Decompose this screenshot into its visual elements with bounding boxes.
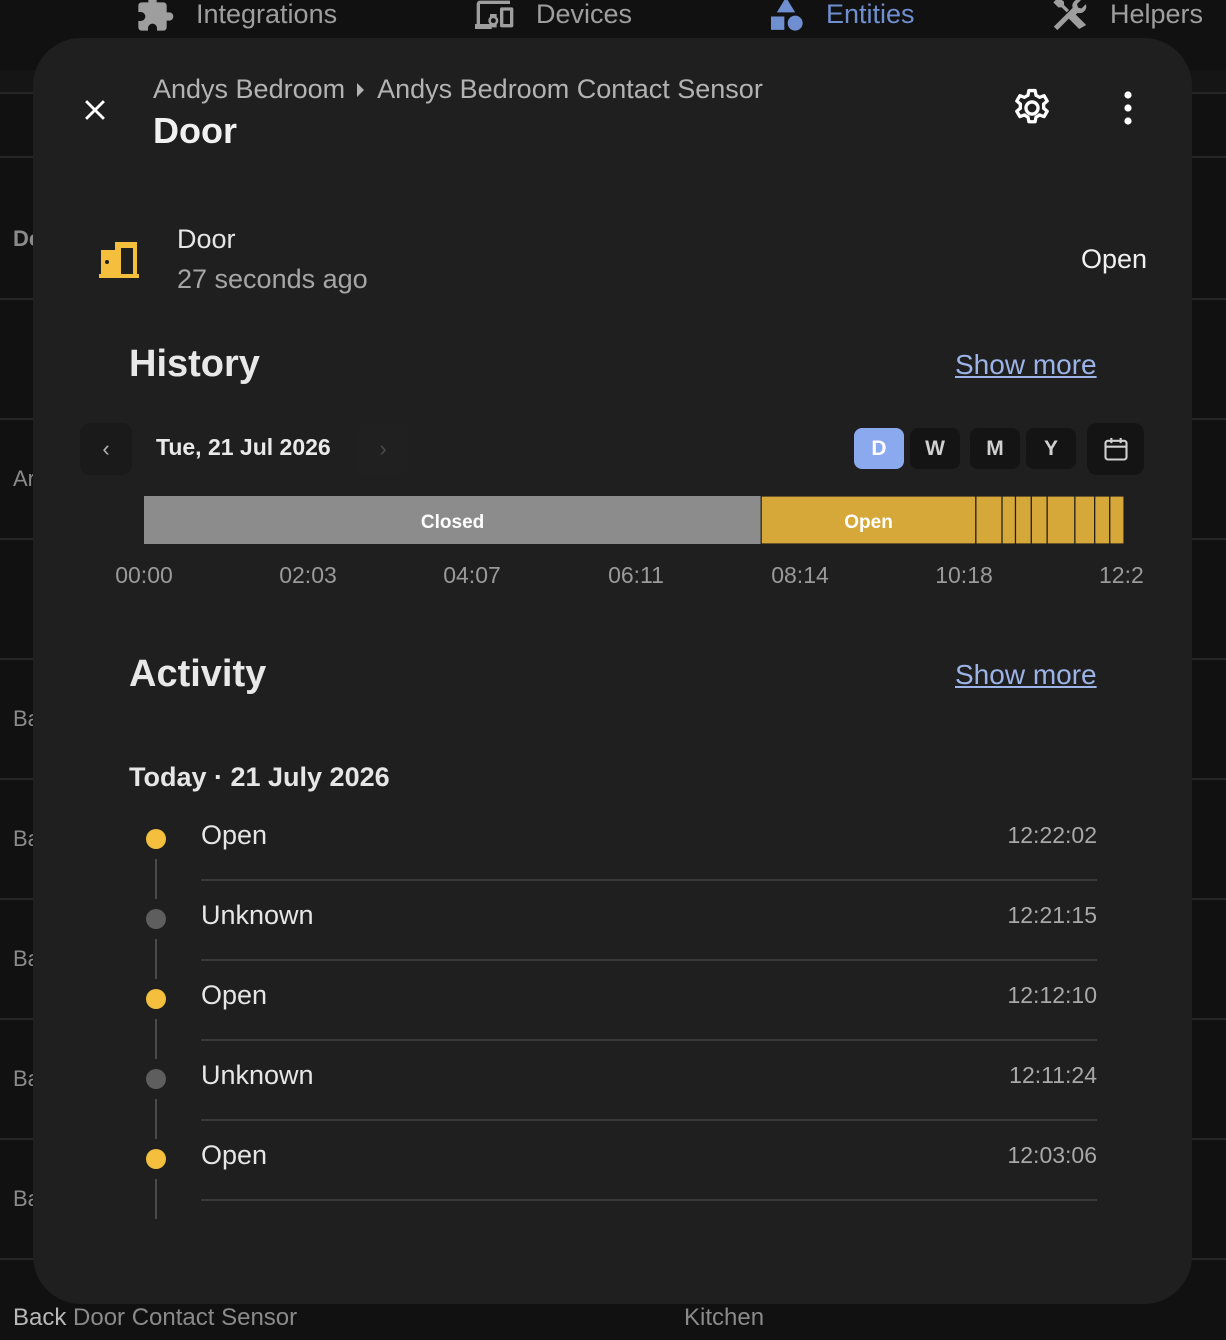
- row-entity-name: Back Door Contact Sensor: [13, 1304, 297, 1332]
- activity-item[interactable]: Open 12:12:10: [129, 960, 1097, 1059]
- timeline-segment-open[interactable]: [1046, 496, 1076, 544]
- state-dot: [146, 1149, 166, 1169]
- more-info-dialog: Andys Bedroom Andys Bedroom Contact Sens…: [33, 38, 1192, 1304]
- next-date-button[interactable]: ›: [357, 423, 409, 475]
- state-dot: [146, 909, 166, 929]
- activity-time: 12:12:10: [1007, 982, 1097, 1008]
- devices-icon: [475, 0, 514, 30]
- chevron-right-icon: ›: [379, 436, 387, 461]
- state-dot: [146, 1069, 166, 1089]
- activity-state: Unknown: [201, 900, 314, 930]
- breadcrumb-area[interactable]: Andys Bedroom: [153, 74, 345, 105]
- row-area: Kitchen: [684, 1304, 765, 1331]
- chevron-left-icon: ‹: [102, 436, 110, 461]
- calendar-icon: [1103, 437, 1128, 461]
- state-dot: [146, 989, 166, 1009]
- activity-item[interactable]: Unknown 12:21:15: [129, 880, 1097, 979]
- timeline-segment-open[interactable]: [1014, 496, 1032, 544]
- activity-state: Open: [201, 1140, 268, 1170]
- axis-tick-label: 12:2: [1099, 562, 1144, 588]
- timeline-segment-open[interactable]: [1094, 496, 1111, 544]
- history-timeline-chart[interactable]: Closed Open: [144, 496, 1128, 544]
- activity-item[interactable]: Open 12:03:06: [129, 1120, 1097, 1219]
- dialog-title: Door: [153, 110, 237, 151]
- tab-label: Integrations: [196, 0, 338, 29]
- tab-label: Entities: [826, 0, 915, 29]
- range-month-button[interactable]: M: [970, 428, 1020, 469]
- axis-tick-label: 00:00: [115, 562, 173, 588]
- divider: [201, 1199, 1097, 1201]
- breadcrumb-device[interactable]: Andys Bedroom Contact Sensor: [377, 74, 763, 105]
- activity-title: Activity: [129, 653, 267, 695]
- breadcrumb: Andys Bedroom Andys Bedroom Contact Sens…: [153, 74, 763, 105]
- previous-date-button[interactable]: ‹: [80, 423, 132, 475]
- history-title: History: [129, 343, 260, 385]
- timeline-segment-open[interactable]: [1001, 496, 1017, 544]
- shapes-icon: [771, 0, 803, 31]
- timeline-segment-open[interactable]: [1074, 496, 1096, 544]
- tab-label: Helpers: [1110, 0, 1204, 29]
- row-entity-name-rest: Door Contact Sensor: [66, 1304, 298, 1331]
- axis-tick-label: 08:14: [771, 562, 829, 588]
- activity-time: 12:03:06: [1007, 1142, 1097, 1168]
- chevron-right-icon: [355, 81, 367, 99]
- close-button[interactable]: [71, 86, 119, 134]
- history-show-more-link[interactable]: Show more: [955, 349, 1097, 381]
- timeline-segment-label: Open: [844, 512, 893, 533]
- dots-vertical-icon: [1124, 91, 1132, 125]
- activity-state: Open: [201, 980, 268, 1010]
- entity-last-changed: 27 seconds ago: [177, 264, 368, 294]
- state-dot: [146, 829, 166, 849]
- activity-item[interactable]: Open 12:22:02: [129, 800, 1097, 899]
- row-label: Ar: [13, 466, 35, 491]
- range-week-button[interactable]: W: [910, 428, 960, 469]
- timeline-segment-open[interactable]: [975, 496, 1003, 544]
- tab-helpers[interactable]: Helpers: [1048, 0, 1203, 34]
- activity-time: 12:22:02: [1007, 822, 1097, 848]
- activity-item[interactable]: Unknown 12:11:24: [129, 1040, 1097, 1139]
- axis-tick-label: 02:03: [279, 562, 337, 588]
- axis-tick-label: 10:18: [935, 562, 993, 588]
- date-picker-button[interactable]: [1087, 423, 1144, 475]
- more-options-button[interactable]: [1104, 84, 1152, 132]
- activity-show-more-link[interactable]: Show more: [955, 659, 1097, 691]
- tab-entities[interactable]: Entities: [764, 0, 915, 34]
- tab-devices[interactable]: Devices: [472, 0, 632, 34]
- timeline-segment-open[interactable]: [1109, 496, 1125, 544]
- close-icon: [85, 100, 105, 120]
- settings-button[interactable]: [1008, 84, 1056, 132]
- tab-integrations[interactable]: Integrations: [132, 0, 337, 34]
- activity-state: Open: [201, 820, 268, 850]
- axis-tick-label: 06:11: [608, 562, 664, 588]
- timeline-segment-label: Closed: [421, 512, 484, 533]
- axis-tick-label: 04:07: [443, 562, 501, 588]
- range-day-button[interactable]: D: [854, 428, 904, 469]
- entity-name: Door: [177, 224, 236, 254]
- timeline-connector: [155, 1179, 157, 1219]
- timeline-segment-open[interactable]: [1030, 496, 1048, 544]
- activity-time: 12:21:15: [1007, 902, 1097, 928]
- entity-state: Open: [1080, 244, 1147, 274]
- gear-icon: [1015, 88, 1049, 124]
- door-open-icon: [97, 240, 141, 285]
- tab-label: Devices: [536, 0, 633, 29]
- puzzle-icon: [138, 0, 174, 31]
- tools-icon: [1053, 0, 1087, 31]
- activity-date-heading: Today · 21 July 2026: [129, 762, 390, 792]
- history-date: Tue, 21 Jul 2026: [156, 434, 331, 460]
- entity-state-row[interactable]: Door 27 seconds ago Open: [97, 216, 1147, 306]
- row-entity-name-bold: Back: [13, 1304, 67, 1331]
- activity-state: Unknown: [201, 1060, 314, 1090]
- activity-time: 12:11:24: [1009, 1062, 1097, 1088]
- range-year-button[interactable]: Y: [1026, 428, 1076, 469]
